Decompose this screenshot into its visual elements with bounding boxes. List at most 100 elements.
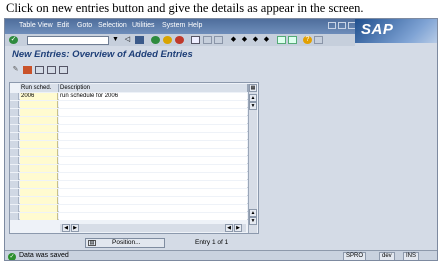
row-selector[interactable] (10, 181, 19, 188)
run-sched-cell[interactable] (20, 109, 58, 116)
run-sched-cell[interactable] (20, 141, 58, 148)
find-next-icon[interactable] (214, 36, 223, 44)
run-sched-cell[interactable] (20, 181, 58, 188)
row-selector[interactable] (10, 205, 19, 212)
select-all-icon[interactable] (35, 66, 44, 74)
row-selector[interactable] (10, 125, 19, 132)
table-row[interactable] (10, 157, 248, 164)
description-cell[interactable] (59, 205, 247, 212)
previous-page-icon[interactable]: ◆ (240, 36, 249, 44)
row-selector[interactable] (10, 213, 19, 220)
description-cell[interactable] (59, 165, 247, 172)
server-indicator[interactable]: dev (379, 252, 395, 260)
description-cell[interactable] (59, 117, 247, 124)
row-selector[interactable] (10, 117, 19, 124)
description-cell[interactable] (59, 189, 247, 196)
table-row[interactable] (10, 101, 248, 108)
page-up-icon[interactable]: ▲ (249, 209, 257, 217)
run-sched-cell[interactable] (20, 189, 58, 196)
run-sched-cell[interactable] (20, 197, 58, 204)
scroll-right-end-icon[interactable]: ▶ (234, 224, 242, 232)
table-row[interactable] (10, 181, 248, 188)
menu-edit[interactable]: Edit (57, 22, 69, 29)
print-icon[interactable] (191, 36, 200, 44)
row-selector[interactable] (10, 197, 19, 204)
table-row[interactable] (10, 117, 248, 124)
scroll-left-end-icon[interactable]: ◀ (225, 224, 233, 232)
row-selector[interactable] (10, 109, 19, 116)
run-sched-cell[interactable] (20, 213, 58, 220)
row-selector[interactable] (10, 141, 19, 148)
run-sched-cell[interactable]: 2006 (20, 93, 58, 100)
column-header-description[interactable]: Description (59, 84, 248, 92)
change-display-icon[interactable]: ✎ (11, 66, 20, 74)
run-sched-cell[interactable] (20, 133, 58, 140)
menu-table-view[interactable]: Table View (19, 22, 53, 29)
save-icon[interactable] (135, 36, 144, 44)
row-selector[interactable] (10, 189, 19, 196)
run-sched-cell[interactable] (20, 157, 58, 164)
description-cell[interactable] (59, 181, 247, 188)
run-sched-cell[interactable] (20, 117, 58, 124)
run-sched-cell[interactable] (20, 173, 58, 180)
row-selector[interactable] (10, 101, 19, 108)
run-sched-cell[interactable] (20, 165, 58, 172)
table-row[interactable] (10, 133, 248, 140)
page-down-icon[interactable]: ▼ (249, 217, 257, 225)
description-cell[interactable] (59, 125, 247, 132)
command-field[interactable] (27, 36, 109, 45)
find-icon[interactable] (203, 36, 212, 44)
description-cell[interactable] (59, 133, 247, 140)
layout-menu-icon[interactable] (314, 36, 323, 44)
scroll-down-icon[interactable]: ▼ (249, 102, 257, 110)
table-row[interactable] (10, 213, 248, 220)
run-sched-cell[interactable] (20, 125, 58, 132)
column-settings-icon[interactable]: ▦ (249, 84, 257, 92)
position-button[interactable]: ▤ Position... (85, 238, 165, 248)
description-cell[interactable]: run schedule for 2006 (59, 93, 247, 100)
horizontal-scrollbar[interactable]: ◀ ▶ ◀ ▶ (60, 224, 246, 232)
row-selector[interactable] (10, 149, 19, 156)
row-selector[interactable] (10, 93, 19, 100)
menu-utilities[interactable]: Utilities (132, 22, 155, 29)
menu-goto[interactable]: Goto (77, 22, 92, 29)
scroll-left-icon[interactable]: ◀ (62, 224, 70, 232)
description-cell[interactable] (59, 213, 247, 220)
delete-icon[interactable] (23, 66, 32, 74)
row-selector[interactable] (10, 133, 19, 140)
table-row[interactable] (10, 141, 248, 148)
table-row[interactable] (10, 173, 248, 180)
table-row[interactable] (10, 149, 248, 156)
select-block-icon[interactable] (47, 66, 56, 74)
mode-indicator[interactable]: INS (403, 252, 420, 260)
vertical-scrollbar[interactable]: ▦ ▲ ▼ ▲ ▼ (248, 84, 257, 233)
next-page-icon[interactable]: ◆ (251, 36, 260, 44)
table-row[interactable] (10, 125, 248, 132)
enter-icon[interactable]: ✓ (9, 36, 18, 44)
last-page-icon[interactable]: ◆ (262, 36, 271, 44)
deselect-all-icon[interactable] (59, 66, 68, 74)
table-row[interactable] (10, 189, 248, 196)
description-cell[interactable] (59, 149, 247, 156)
table-row[interactable]: 2006 run schedule for 2006 (10, 93, 248, 100)
column-header-run-sched[interactable]: Run sched. (20, 84, 59, 92)
scroll-right-icon[interactable]: ▶ (71, 224, 79, 232)
menu-system[interactable]: System (162, 22, 185, 29)
run-sched-cell[interactable] (20, 101, 58, 108)
transaction-indicator[interactable]: SPRO (343, 252, 367, 260)
row-selector[interactable] (10, 165, 19, 172)
exit-icon[interactable] (163, 36, 172, 44)
run-sched-cell[interactable] (20, 149, 58, 156)
command-dropdown-icon[interactable]: ▼ (111, 36, 120, 44)
minimize-button[interactable] (328, 22, 336, 29)
description-cell[interactable] (59, 109, 247, 116)
help-icon[interactable]: ? (303, 36, 312, 44)
menu-selection[interactable]: Selection (98, 22, 127, 29)
scroll-up-icon[interactable]: ▲ (249, 94, 257, 102)
row-selector[interactable] (10, 157, 19, 164)
cancel-icon[interactable] (175, 36, 184, 44)
row-selector[interactable] (10, 173, 19, 180)
description-cell[interactable] (59, 173, 247, 180)
back-nav-icon[interactable]: ◁ (123, 36, 132, 44)
first-page-icon[interactable]: ◆ (229, 36, 238, 44)
